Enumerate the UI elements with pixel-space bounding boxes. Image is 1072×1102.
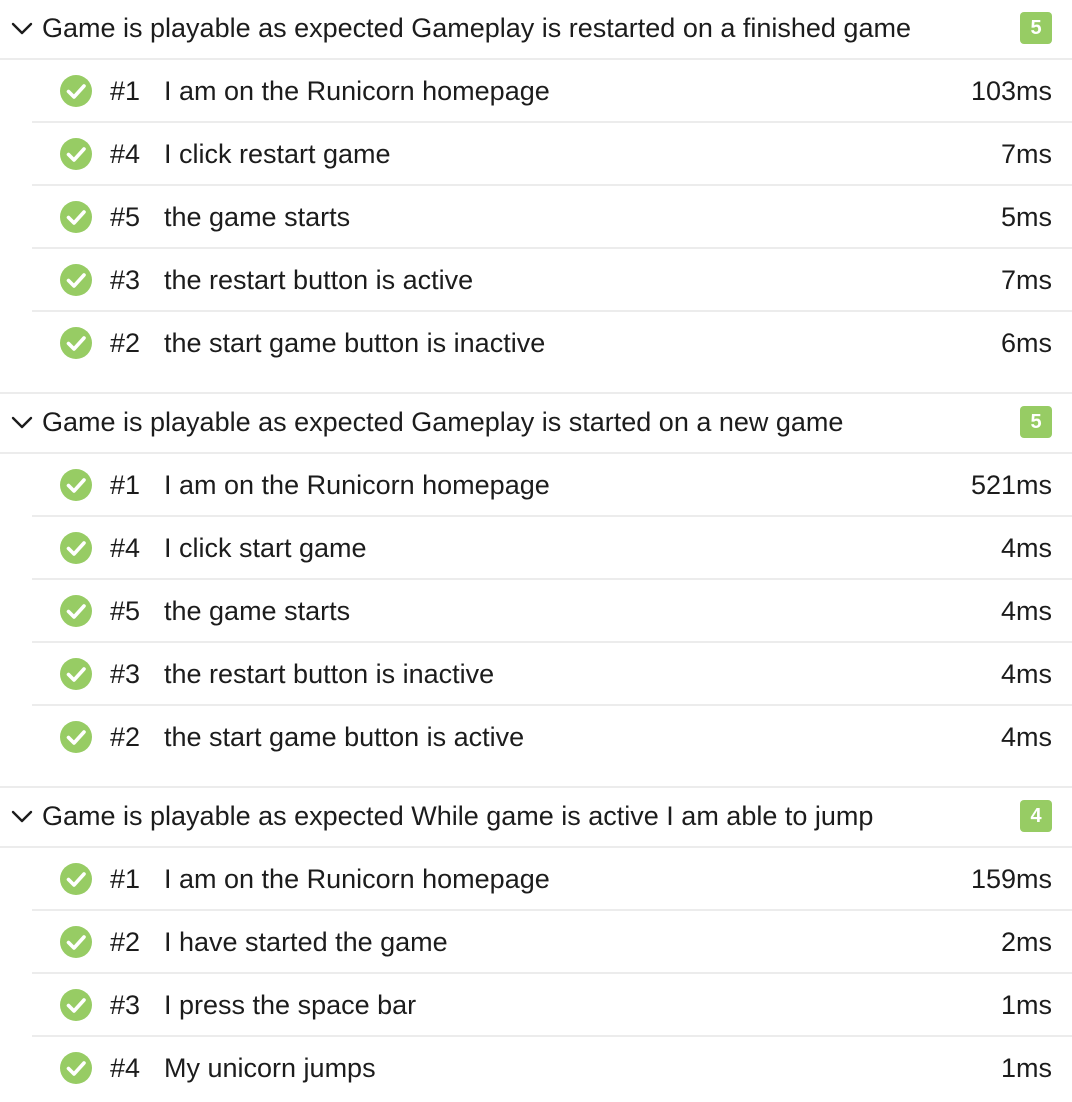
step-list: #1 I am on the Runicorn homepage 103ms #4 I … (32, 60, 1072, 392)
group-title: Game is playable as expected Gameplay is… (42, 407, 844, 437)
check-circle-icon (60, 201, 92, 233)
step-duration: 4ms (1000, 533, 1052, 563)
step-number: #3 (110, 265, 141, 295)
step-row[interactable]: #2 the start game button is inactive 6ms (32, 312, 1072, 374)
step-row[interactable]: #4 I click start game 4ms (32, 517, 1072, 580)
step-count-badge: 5 (1020, 406, 1052, 438)
step-label: I am on the Runicorn homepage (164, 864, 550, 894)
step-number: #4 (110, 533, 141, 563)
step-number: #1 (110, 470, 141, 500)
step-label: the start game button is inactive (164, 328, 546, 358)
check-circle-icon (60, 926, 92, 958)
check-circle-icon (60, 989, 92, 1021)
step-number: #3 (110, 990, 141, 1020)
check-circle-icon (60, 595, 92, 627)
step-number: #5 (110, 202, 141, 232)
step-number: #2 (110, 927, 141, 957)
step-duration: 1ms (1000, 990, 1052, 1020)
step-row[interactable]: #3 the restart button is inactive 4ms (32, 643, 1072, 706)
check-circle-icon (60, 1052, 92, 1084)
step-count-badge: 4 (1020, 800, 1052, 832)
group-title: Game is playable as expected Gameplay is… (42, 13, 911, 43)
chevron-down-icon[interactable] (11, 20, 33, 36)
chevron-down-icon[interactable] (11, 414, 33, 430)
test-group: Game is playable as expected Gameplay is… (0, 392, 1072, 786)
step-number: #4 (110, 1053, 141, 1083)
step-number: #1 (110, 864, 141, 894)
step-label: I am on the Runicorn homepage (164, 76, 550, 106)
step-label: I press the space bar (164, 990, 417, 1020)
check-circle-icon (60, 327, 92, 359)
step-label: the game starts (164, 596, 351, 626)
step-row[interactable]: #2 I have started the game 2ms (32, 911, 1072, 974)
step-duration: 7ms (1000, 139, 1052, 169)
step-row[interactable]: #1 I am on the Runicorn homepage 159ms (32, 848, 1072, 911)
check-circle-icon (60, 721, 92, 753)
step-label: I click start game (164, 533, 367, 563)
group-header[interactable]: Game is playable as expected Gameplay is… (0, 392, 1072, 454)
step-row[interactable]: #5 the game starts 4ms (32, 580, 1072, 643)
check-circle-icon (60, 658, 92, 690)
test-group: Game is playable as expected While game … (0, 786, 1072, 1099)
step-label: the restart button is active (164, 265, 474, 295)
step-label: the start game button is active (164, 722, 525, 752)
step-duration: 4ms (1000, 659, 1052, 689)
step-number: #2 (110, 722, 141, 752)
chevron-down-icon[interactable] (11, 808, 33, 824)
step-count-badge: 5 (1020, 12, 1052, 44)
step-number: #4 (110, 139, 141, 169)
step-row[interactable]: #1 I am on the Runicorn homepage 521ms (32, 454, 1072, 517)
check-circle-icon (60, 264, 92, 296)
step-duration: 4ms (1000, 722, 1052, 752)
step-row[interactable]: #4 I click restart game 7ms (32, 123, 1072, 186)
step-duration: 4ms (1000, 596, 1052, 626)
step-duration: 103ms (970, 76, 1052, 106)
check-circle-icon (60, 138, 92, 170)
group-header[interactable]: Game is playable as expected While game … (0, 786, 1072, 848)
step-row[interactable]: #3 the restart button is active 7ms (32, 249, 1072, 312)
step-duration: 6ms (1000, 328, 1052, 358)
step-row[interactable]: #2 the start game button is active 4ms (32, 706, 1072, 768)
check-circle-icon (60, 532, 92, 564)
step-number: #3 (110, 659, 141, 689)
step-number: #5 (110, 596, 141, 626)
test-results-list: Game is playable as expected Gameplay is… (0, 0, 1072, 1099)
step-row[interactable]: #4 My unicorn jumps 1ms (32, 1037, 1072, 1099)
step-row[interactable]: #5 the game starts 5ms (32, 186, 1072, 249)
step-duration: 2ms (1000, 927, 1052, 957)
step-list: #1 I am on the Runicorn homepage 159ms #2 I … (32, 848, 1072, 1099)
step-label: the restart button is inactive (164, 659, 495, 689)
step-number: #1 (110, 76, 141, 106)
step-duration: 521ms (970, 470, 1052, 500)
step-duration: 5ms (1000, 202, 1052, 232)
step-duration: 7ms (1000, 265, 1052, 295)
step-label: My unicorn jumps (164, 1053, 376, 1083)
check-circle-icon (60, 469, 92, 501)
check-circle-icon (60, 863, 92, 895)
test-group: Game is playable as expected Gameplay is… (0, 0, 1072, 392)
step-duration: 1ms (1000, 1053, 1052, 1083)
step-row[interactable]: #1 I am on the Runicorn homepage 103ms (32, 60, 1072, 123)
step-number: #2 (110, 328, 141, 358)
step-label: the game starts (164, 202, 351, 232)
group-title: Game is playable as expected While game … (42, 801, 874, 831)
step-row[interactable]: #3 I press the space bar 1ms (32, 974, 1072, 1037)
step-label: I am on the Runicorn homepage (164, 470, 550, 500)
step-label: I click restart game (164, 139, 391, 169)
step-list: #1 I am on the Runicorn homepage 521ms #4 I … (32, 454, 1072, 786)
step-duration: 159ms (970, 864, 1052, 894)
step-label: I have started the game (164, 927, 448, 957)
group-header[interactable]: Game is playable as expected Gameplay is… (0, 0, 1072, 60)
check-circle-icon (60, 75, 92, 107)
